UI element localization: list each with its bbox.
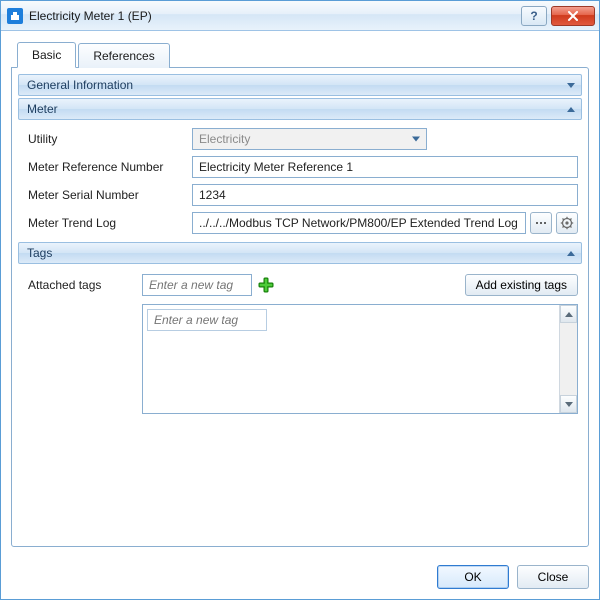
section-meter-body: Utility Electricity Meter Reference Numb…: [18, 122, 582, 240]
close-button[interactable]: Close: [517, 565, 589, 589]
tag-list-container: [142, 304, 578, 414]
label-meter-ref-num: Meter Reference Number: [28, 160, 188, 174]
chevron-down-icon: [412, 137, 420, 142]
chevron-up-icon: [565, 312, 573, 317]
add-existing-tags-button[interactable]: Add existing tags: [465, 274, 578, 296]
help-button[interactable]: ?: [521, 6, 547, 26]
label-meter-trend: Meter Trend Log: [28, 216, 188, 230]
plus-icon: [258, 277, 274, 293]
chevron-down-icon: [567, 83, 575, 88]
scroll-track[interactable]: [560, 323, 577, 395]
section-general-header[interactable]: General Information: [18, 74, 582, 96]
tab-references-label: References: [93, 49, 154, 63]
meter-trend-input[interactable]: [192, 212, 526, 234]
section-tags-title: Tags: [27, 246, 567, 260]
tag-list-scrollbar[interactable]: [559, 305, 577, 413]
tag-entry-row: Add existing tags: [142, 274, 578, 296]
label-meter-serial: Meter Serial Number: [28, 188, 188, 202]
window-title: Electricity Meter 1 (EP): [29, 9, 152, 23]
chevron-up-icon: [567, 251, 575, 256]
ellipsis-icon: [536, 222, 546, 224]
tab-basic[interactable]: Basic: [17, 42, 76, 68]
section-general-title: General Information: [27, 78, 567, 92]
scroll-down-button[interactable]: [560, 395, 577, 413]
ok-button[interactable]: OK: [437, 565, 509, 589]
client-area: Basic References General Information Met…: [1, 31, 599, 555]
add-tag-button[interactable]: [258, 277, 274, 293]
scroll-up-button[interactable]: [560, 305, 577, 323]
settings-button[interactable]: [556, 212, 578, 234]
gap: [142, 296, 578, 304]
tabstrip: Basic References: [11, 41, 589, 67]
close-window-button[interactable]: [551, 6, 595, 26]
section-tags-header[interactable]: Tags: [18, 242, 582, 264]
tag-list[interactable]: [143, 305, 559, 413]
dialog-window: Electricity Meter 1 (EP) ? Basic Referen…: [0, 0, 600, 600]
close-icon: [567, 11, 579, 21]
browse-button[interactable]: [530, 212, 552, 234]
utility-value: Electricity: [199, 132, 250, 146]
meter-serial-input[interactable]: [192, 184, 578, 206]
tag-list-inline-input[interactable]: [147, 309, 267, 331]
meter-ref-num-input[interactable]: [192, 156, 578, 178]
tab-basic-label: Basic: [32, 48, 61, 62]
section-meter-header[interactable]: Meter: [18, 98, 582, 120]
chevron-up-icon: [567, 107, 575, 112]
help-icon: ?: [530, 9, 537, 23]
dialog-footer: OK Close: [1, 555, 599, 599]
titlebar[interactable]: Electricity Meter 1 (EP) ?: [1, 1, 599, 31]
label-utility: Utility: [28, 132, 188, 146]
gear-icon: [560, 216, 574, 230]
label-attached-tags: Attached tags: [28, 274, 138, 292]
section-tags-body: Attached tags Add: [18, 266, 582, 418]
field-utility-wrap: Electricity: [192, 128, 578, 150]
app-icon: [7, 8, 23, 24]
tab-references[interactable]: References: [78, 43, 169, 68]
utility-combobox[interactable]: Electricity: [192, 128, 427, 150]
chevron-down-icon: [565, 402, 573, 407]
new-tag-input[interactable]: [142, 274, 252, 296]
tags-right-col: Add existing tags: [142, 274, 578, 414]
tabpanel-basic: General Information Meter Utility Electr…: [11, 67, 589, 547]
section-meter-title: Meter: [27, 102, 567, 116]
meter-trend-row: [192, 212, 578, 234]
